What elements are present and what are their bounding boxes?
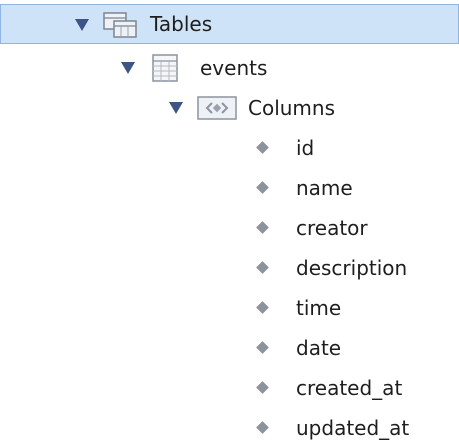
column-bullet-icon [256,301,269,314]
tables-folder-icon [102,11,138,44]
column-item-description[interactable]: description [0,248,459,288]
column-name: created_at [296,376,403,400]
expand-triangle-icon[interactable] [75,19,89,31]
column-name: name [296,176,353,200]
column-item-updated-at[interactable]: updated_at [0,408,459,448]
table-grid-icon [150,53,180,88]
column-item-time[interactable]: time [0,288,459,328]
column-item-date[interactable]: date [0,328,459,368]
tree-node-columns[interactable]: Columns [0,88,459,128]
column-bullet-icon [256,141,269,154]
column-item-name[interactable]: name [0,168,459,208]
column-name: description [296,256,408,280]
tree-node-label: Columns [248,96,336,120]
tree-node-events[interactable]: events [0,48,459,88]
column-bullet-icon [256,181,269,194]
column-bullet-icon [256,221,269,234]
column-bullet-icon [256,381,269,394]
tree-node-tables[interactable]: Tables [0,4,459,44]
tree-node-label: events [200,56,268,80]
column-item-creator[interactable]: creator [0,208,459,248]
column-name: date [296,336,342,360]
column-bullet-icon [256,341,269,354]
column-bullet-icon [256,421,269,434]
column-bullet-icon [256,261,269,274]
column-name: creator [296,216,368,240]
column-name: id [296,136,315,160]
columns-folder-icon [196,94,238,127]
expand-triangle-icon[interactable] [121,62,135,74]
column-item-created-at[interactable]: created_at [0,368,459,408]
expand-triangle-icon[interactable] [169,102,183,114]
tree-node-label: Tables [150,12,213,36]
column-name: time [296,296,342,320]
column-item-id[interactable]: id [0,128,459,168]
column-name: updated_at [296,416,410,440]
